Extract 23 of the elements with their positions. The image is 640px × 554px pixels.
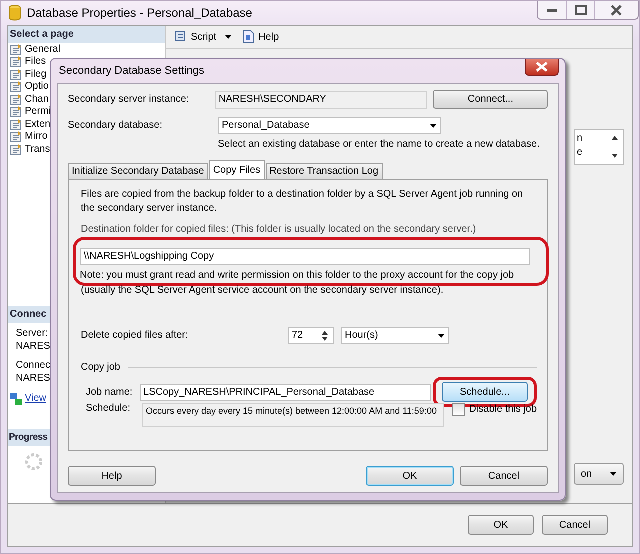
description-text: Files are copied from the backup folder to a destination folder by a SQL Server Agent job running on the secondary server instance. [81,188,524,216]
field-label: Secondary database: [68,120,164,131]
field-value: NARES [16,372,50,384]
field-label: Connec [16,358,50,372]
field-label: Delete copied files after: [81,330,190,341]
field-label: Secondary server instance: [68,94,190,105]
dialog-title: Secondary Database Settings [58,65,205,77]
server-field: NARESH\SECONDARY [214,90,428,108]
window-title: Database Properties - Personal_Database [27,6,252,20]
sidebar-header: Select a page [8,26,165,43]
list-text: n [577,132,583,146]
note-text: (usually the SQL Server Agent service account on the secondary server instance). [81,285,445,296]
schedule-field: Occurs every day every 15 minute(s) between 12:00:00 AM and 11:59:00 [142,403,444,427]
field-label: Job name: [85,386,134,398]
checkbox-label: Disable this job [469,404,537,415]
list-text: e [577,146,583,160]
field-label: Schedule: [85,403,132,414]
field-label: Destination folder for copied files: (This folder is usually located on the secondary server.) [81,224,478,235]
hint-text: Select an existing database or enter the name to create a new database. [218,139,541,150]
note-text: Note: you must grant read and write permission on this folder to the proxy account for the copy job [80,270,516,281]
group-title: Copy job [81,362,120,373]
field-value: NARES [16,340,50,352]
field-label: Server: [16,326,48,340]
